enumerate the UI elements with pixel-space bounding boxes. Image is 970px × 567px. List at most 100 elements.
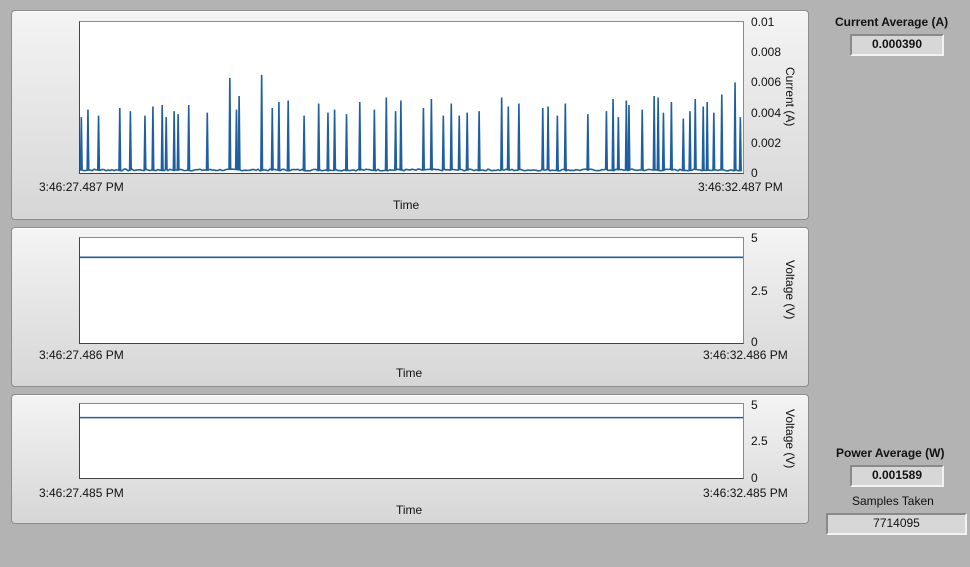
voltage-plot-svg-2 — [80, 416, 743, 419]
y-tick: 5 — [751, 231, 758, 245]
current-spike — [738, 117, 742, 170]
current-spike — [541, 108, 545, 170]
current-spike — [393, 111, 398, 170]
current-spike — [465, 112, 469, 170]
current-spike — [118, 108, 122, 170]
y-tick: 2.5 — [751, 434, 768, 448]
current-spike — [399, 100, 403, 170]
current-spike — [302, 115, 306, 170]
current-spike — [429, 99, 433, 170]
current-spike — [205, 112, 209, 170]
current-spike — [326, 112, 330, 170]
current-spike — [506, 106, 510, 170]
current-spike — [586, 114, 590, 170]
power-average-value: 0.001589 — [850, 465, 944, 487]
y-axis-label: Voltage (V) — [783, 260, 797, 320]
current-spike — [477, 111, 481, 170]
voltage-graph-panel-2: 5 2.5 0 Voltage (V) 3:46:27.485 PM 3:46:… — [11, 394, 809, 524]
x-start-label: 3:46:27.485 PM — [39, 486, 124, 500]
current-spike — [277, 102, 281, 170]
current-spike — [652, 95, 656, 170]
current-spike — [500, 97, 504, 170]
y-tick: 0 — [751, 471, 758, 485]
current-spike — [86, 109, 90, 170]
current-spike — [611, 99, 615, 170]
x-start-label: 3:46:27.486 PM — [39, 348, 124, 362]
current-spike — [563, 103, 567, 170]
current-spike — [172, 111, 176, 170]
current-spike — [372, 109, 376, 170]
current-spike — [555, 115, 559, 170]
current-spike — [669, 102, 673, 170]
current-spike — [143, 115, 147, 170]
current-spike — [449, 103, 453, 170]
current-spike — [640, 109, 644, 170]
current-spike — [317, 103, 321, 170]
current-spike — [720, 94, 724, 170]
y-tick: 0.008 — [751, 45, 782, 59]
y-tick: 0.006 — [751, 75, 782, 89]
current-spike — [656, 97, 660, 170]
current-spike — [80, 117, 83, 170]
voltage-plot-area-1[interactable] — [79, 237, 744, 344]
current-spike — [260, 74, 264, 170]
current-spike — [176, 114, 180, 170]
x-end-label: 3:46:32.486 PM — [703, 348, 788, 362]
current-spike — [517, 103, 521, 170]
y-tick: 2.5 — [751, 284, 768, 298]
y-tick: 0.004 — [751, 106, 782, 120]
current-spike — [234, 109, 239, 170]
power-average-label: Power Average (W) — [836, 446, 945, 460]
x-start-label: 3:46:27.487 PM — [39, 180, 124, 194]
current-spike — [228, 77, 232, 170]
current-spike — [457, 115, 461, 170]
x-axis-label: Time — [396, 503, 423, 517]
y-tick: 0 — [751, 166, 758, 180]
current-plot-svg — [80, 74, 743, 172]
voltage-plot-area-2[interactable] — [79, 403, 744, 479]
current-spike — [164, 117, 168, 170]
current-spike — [616, 117, 620, 170]
current-spike — [624, 100, 628, 170]
current-graph-panel: 0.01 0.008 0.006 0.004 0.002 0 Current (… — [11, 10, 809, 220]
current-spike — [332, 109, 337, 170]
x-end-label: 3:46:32.487 PM — [698, 180, 783, 194]
current-spike — [693, 99, 697, 170]
current-spike — [187, 105, 191, 170]
samples-taken-value: 7714095 — [826, 513, 967, 535]
y-tick: 0 — [751, 335, 758, 349]
current-spike — [546, 106, 550, 170]
samples-taken-label: Samples Taken — [852, 494, 934, 508]
current-spike — [661, 112, 666, 170]
current-plot-area[interactable] — [79, 21, 744, 174]
current-average-label: Current Average (A) — [835, 15, 949, 29]
current-spike — [421, 108, 426, 170]
current-spike — [270, 108, 274, 170]
current-spike — [160, 105, 164, 170]
current-spike — [384, 97, 388, 170]
current-spike — [344, 114, 349, 170]
x-axis-label: Time — [393, 198, 420, 212]
current-spike — [681, 118, 685, 170]
current-spike — [627, 105, 631, 170]
current-spike — [151, 106, 155, 170]
current-spike — [96, 115, 101, 170]
x-end-label: 3:46:32.485 PM — [703, 486, 788, 500]
current-spike — [286, 100, 290, 170]
voltage-graph-panel-1: 5 2.5 0 Voltage (V) 3:46:27.486 PM 3:46:… — [11, 227, 809, 387]
voltage-plot-svg-1 — [80, 256, 743, 259]
current-spike — [733, 82, 737, 170]
current-spike — [688, 111, 692, 170]
current-spike — [128, 111, 132, 170]
current-spike — [237, 95, 241, 170]
y-tick: 5 — [751, 398, 758, 412]
current-average-value: 0.000390 — [850, 34, 944, 56]
y-axis-label: Current (A) — [783, 67, 797, 127]
current-spike — [441, 115, 445, 170]
current-spike — [604, 111, 609, 170]
current-spike — [705, 102, 709, 170]
y-tick: 0.002 — [751, 136, 782, 150]
current-spike — [712, 112, 716, 170]
current-spike — [701, 106, 705, 170]
y-tick: 0.01 — [751, 15, 775, 29]
